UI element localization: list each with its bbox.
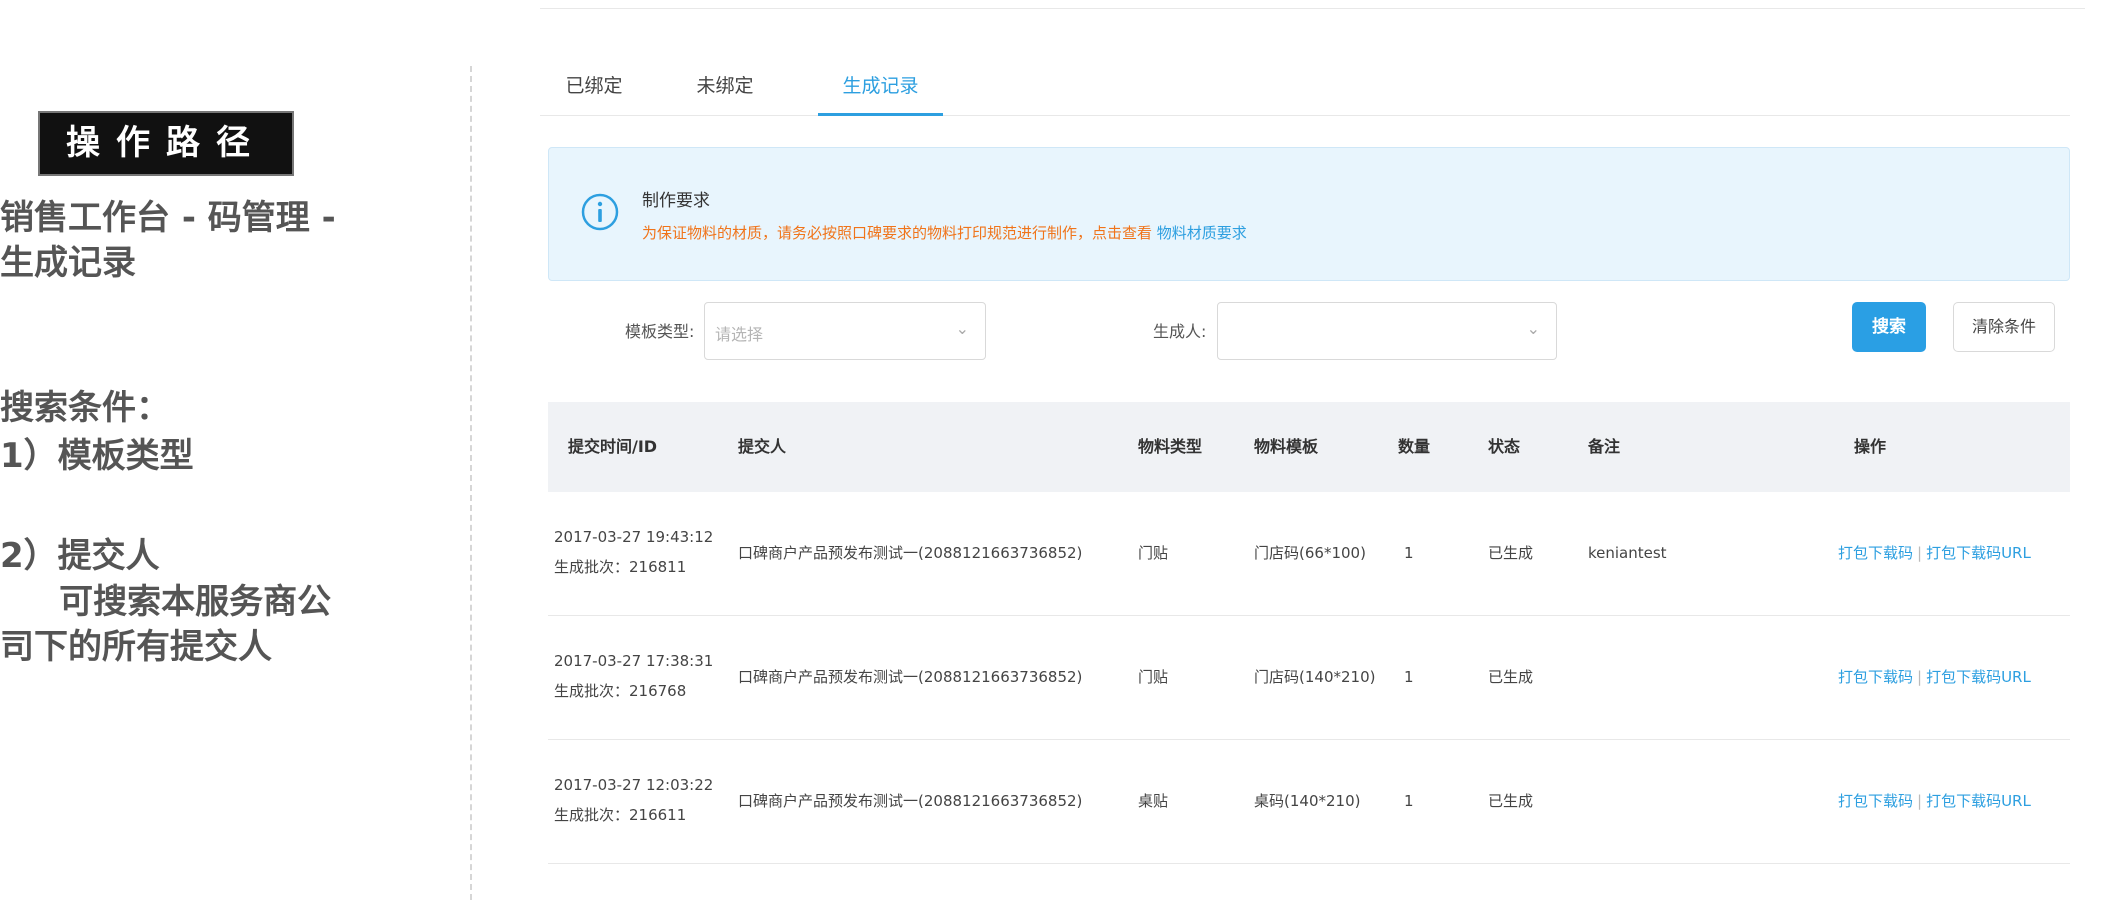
notice-box: 制作要求 为保证物料的材质，请务必按照口碑要求的物料打印规范进行制作，点击查看 … <box>548 147 2070 281</box>
condition-submitter: 2）提交人 <box>0 536 160 576</box>
row-time-text: 2017-03-27 19:43:12 <box>554 528 714 546</box>
info-icon <box>581 193 619 231</box>
header-submitter: 提交人 <box>738 437 787 456</box>
records-table: 提交时间/ID 提交人 物料类型 物料模板 数量 状态 备注 操作 2017-0… <box>548 402 2070 864</box>
row-submitter: 口碑商户产品预发布测试一(2088121663736852) <box>738 668 1083 686</box>
notice-message: 为保证物料的材质，请务必按照口碑要求的物料打印规范进行制作，点击查看 物料材质要… <box>642 222 1247 243</box>
tab-bound[interactable]: 已绑定 <box>562 66 626 116</box>
template-type-select[interactable]: 请选择 ⌄ <box>704 302 986 360</box>
row-submitter: 口碑商户产品预发布测试一(2088121663736852) <box>738 544 1083 562</box>
header-submit-time: 提交时间/ID <box>568 437 658 456</box>
header-note: 备注 <box>1588 437 1621 456</box>
action-separator: | <box>1917 544 1923 562</box>
dashed-divider <box>470 66 472 900</box>
download-codes-link[interactable]: 打包下载码 <box>1838 544 1913 562</box>
chevron-down-icon: ⌄ <box>955 319 969 338</box>
row-status: 已生成 <box>1488 544 1534 562</box>
template-type-placeholder: 请选择 <box>715 325 764 344</box>
row-material-type: 门贴 <box>1138 544 1169 562</box>
row-status: 已生成 <box>1488 668 1534 686</box>
header-material-type: 物料类型 <box>1138 437 1203 456</box>
row-batch-text: 生成批次：216768 <box>554 682 687 700</box>
tab-bar: 已绑定 未绑定 生成记录 <box>540 66 2070 116</box>
main-panel: 已绑定 未绑定 生成记录 制作要求 为保证物料的材质，请务必按照口碑要求的物料打… <box>540 0 2085 900</box>
row-actions: 打包下载码 | 打包下载码URL <box>1838 616 2031 738</box>
operation-path-badge: 操作路径 <box>38 111 294 176</box>
row-time: 2017-03-27 17:38:31 生成批次：216768 <box>554 646 713 706</box>
row-material-type: 桌贴 <box>1138 792 1169 810</box>
header-status: 状态 <box>1488 437 1521 456</box>
row-note: keniantest <box>1588 544 1667 562</box>
clear-conditions-button[interactable]: 清除条件 <box>1953 302 2055 352</box>
operation-path-text: 销售工作台 - 码管理 - 生成记录 <box>0 198 336 283</box>
tab-generation-records[interactable]: 生成记录 <box>818 66 943 116</box>
action-separator: | <box>1917 668 1923 686</box>
condition-template-type: 1）模板类型 <box>0 436 194 476</box>
table-row: 2017-03-27 17:38:31 生成批次：216768 口碑商户产品预发… <box>548 616 2070 740</box>
header-material-template: 物料模板 <box>1254 437 1319 456</box>
annotation-panel: 操作路径 销售工作台 - 码管理 - 生成记录 搜索条件： 1）模板类型 2）提… <box>0 0 470 900</box>
download-code-url-link[interactable]: 打包下载码URL <box>1926 668 2031 686</box>
download-code-url-link[interactable]: 打包下载码URL <box>1926 792 2031 810</box>
download-codes-link[interactable]: 打包下载码 <box>1838 792 1913 810</box>
action-separator: | <box>1917 792 1923 810</box>
row-time: 2017-03-27 19:43:12 生成批次：216811 <box>554 522 713 582</box>
row-status: 已生成 <box>1488 792 1534 810</box>
search-button[interactable]: 搜索 <box>1852 302 1926 352</box>
row-quantity: 1 <box>1404 792 1414 810</box>
row-material-template: 门店码(140*210) <box>1254 668 1376 686</box>
table-row: 2017-03-27 19:43:12 生成批次：216811 口碑商户产品预发… <box>548 492 2070 616</box>
notice-message-text: 为保证物料的材质，请务必按照口碑要求的物料打印规范进行制作，点击查看 <box>642 224 1153 242</box>
row-time: 2017-03-27 12:03:22 生成批次：216611 <box>554 770 713 830</box>
row-batch-text: 生成批次：216811 <box>554 558 687 576</box>
row-material-template: 门店码(66*100) <box>1254 544 1366 562</box>
chevron-down-icon: ⌄ <box>1526 319 1540 338</box>
table-row: 2017-03-27 12:03:22 生成批次：216611 口碑商户产品预发… <box>548 740 2070 864</box>
row-material-type: 门贴 <box>1138 668 1169 686</box>
download-codes-link[interactable]: 打包下载码 <box>1838 668 1913 686</box>
download-code-url-link[interactable]: 打包下载码URL <box>1926 544 2031 562</box>
row-quantity: 1 <box>1404 544 1414 562</box>
table-header: 提交时间/ID 提交人 物料类型 物料模板 数量 状态 备注 操作 <box>548 402 2070 492</box>
creator-label: 生成人: <box>1153 322 1207 341</box>
row-time-text: 2017-03-27 12:03:22 <box>554 776 714 794</box>
condition-submitter-note: 可搜索本服务商公 司下的所有提交人 <box>0 582 332 667</box>
row-quantity: 1 <box>1404 668 1414 686</box>
row-submitter: 口碑商户产品预发布测试一(2088121663736852) <box>738 792 1083 810</box>
row-actions: 打包下载码 | 打包下载码URL <box>1838 492 2031 614</box>
template-type-label: 模板类型: <box>625 322 695 341</box>
search-conditions-title: 搜索条件： <box>0 388 170 428</box>
tab-unbound[interactable]: 未绑定 <box>693 66 757 116</box>
header-actions: 操作 <box>1854 437 1887 456</box>
row-material-template: 桌码(140*210) <box>1254 792 1361 810</box>
material-requirements-link[interactable]: 物料材质要求 <box>1157 224 1247 242</box>
row-time-text: 2017-03-27 17:38:31 <box>554 652 714 670</box>
creator-select[interactable]: ⌄ <box>1217 302 1557 360</box>
notice-title: 制作要求 <box>642 191 710 211</box>
header-quantity: 数量 <box>1398 437 1431 456</box>
row-actions: 打包下载码 | 打包下载码URL <box>1838 740 2031 862</box>
row-batch-text: 生成批次：216611 <box>554 806 687 824</box>
top-divider <box>540 8 2085 9</box>
